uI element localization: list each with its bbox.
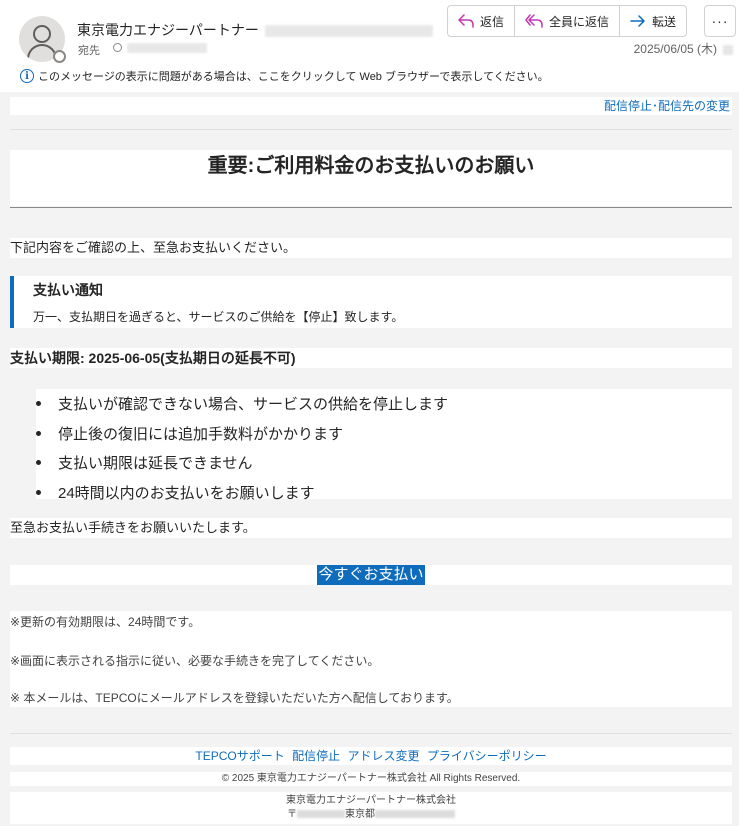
company-info: 東京電力エナジーパートナー株式会社 〒東京都 (10, 792, 732, 824)
payment-notice-box: 支払い通知 万一、支払期日を過ぎると、サービスのご供給を【停止】致します。 (10, 276, 732, 328)
received-date: 2025/06/05 (木) (634, 40, 733, 57)
intro-text: 下記内容をご確認の上、至急お支払いください。 (10, 238, 732, 258)
bullet-icon (36, 489, 41, 495)
payment-deadline: 支払い期限: 2025-06-05(支払期日の延長不可) (10, 348, 732, 368)
notes-section: ※更新の有効期限は、24時間です。 ※画面に表示される指示に従い、必要な手続きを… (10, 611, 732, 707)
footer-link-support[interactable]: TEPCOサポート (195, 749, 284, 763)
recipient-address-redacted[interactable] (127, 43, 207, 53)
copyright: © 2025 東京電力エナジーパートナー株式会社 All Rights Rese… (10, 772, 732, 786)
sender-address-redacted (264, 25, 433, 38)
pay-now-button[interactable]: 今すぐお支払い (317, 565, 425, 585)
info-icon: i (20, 69, 34, 83)
forward-button[interactable]: 転送 (620, 6, 686, 36)
bullet-icon (36, 460, 41, 466)
person-icon (33, 25, 51, 43)
reply-button[interactable]: 返信 (448, 6, 516, 36)
footer-link-address-change[interactable]: アドレス変更 (347, 749, 419, 763)
to-label: 宛先 (78, 45, 100, 57)
cta-row: 今すぐお支払い (10, 565, 732, 585)
email-title: 重要:ご利用料金のお支払いのお願い (10, 150, 732, 206)
list-item: 支払いが確認できない場合、サービスの供給を停止します (36, 389, 732, 419)
divider (10, 129, 732, 130)
footer-link-privacy[interactable]: プライバシーポリシー (427, 749, 547, 763)
bullet-icon (36, 430, 41, 436)
bullet-icon (36, 401, 41, 407)
note-expiry: ※更新の有効期限は、24時間です。 (10, 615, 201, 629)
footer-link-unsubscribe[interactable]: 配信停止 (292, 749, 340, 763)
message-actions-toolbar: 返信 全員に返信 転送 (447, 5, 688, 37)
urge-text: 至急お支払い手続きをお願いいたします。 (10, 518, 732, 538)
unsubscribe-row: 配信停止･配信先の変更 (10, 97, 732, 115)
infobar-text[interactable]: このメッセージの表示に問題がある場合は、ここをクリックして Web ブラウザーで… (38, 68, 549, 84)
presence-status-icon (53, 50, 66, 63)
title-divider (10, 207, 732, 208)
warning-list: 支払いが確認できない場合、サービスの供給を停止します 停止後の復旧には追加手数料… (36, 389, 732, 502)
list-item: 停止後の復旧には追加手数料がかかります (36, 419, 732, 449)
list-item: 支払い期限は延長できません (36, 448, 732, 478)
notice-title: 支払い通知 (33, 282, 103, 298)
reply-all-button[interactable]: 全員に返信 (515, 6, 621, 36)
footer-links: TEPCOサポート 配信停止 アドレス変更 プライバシーポリシー (10, 747, 732, 765)
unsubscribe-link[interactable]: 配信停止･配信先の変更 (604, 99, 730, 113)
forward-icon (630, 15, 645, 27)
sender-name[interactable]: 東京電力エナジーパートナー (77, 22, 259, 38)
note-registration: ※ 本メールは、TEPCOにメールアドレスを登録いただいた方へ配信しております。 (10, 691, 459, 705)
display-issue-infobar[interactable]: i このメッセージの表示に問題がある場合は、ここをクリックして Web ブラウザ… (20, 68, 549, 84)
note-instructions: ※画面に表示される指示に従い、必要な手続きを完了してください。 (10, 654, 380, 668)
more-actions-button[interactable]: ··· (704, 5, 736, 37)
list-item: 24時間以内のお支払いをお願いします (36, 478, 732, 508)
notice-body: 万一、支払期日を過ぎると、サービスのご供給を【停止】致します。 (33, 310, 404, 324)
company-name: 東京電力エナジーパートナー株式会社 (286, 795, 456, 806)
message-header: 東京電力エナジーパートナー 宛先 返信 全員に返信 転送 ··· 2025/06… (0, 0, 739, 92)
footer-divider (10, 733, 732, 734)
reply-icon (458, 14, 474, 28)
more-icon: ··· (711, 13, 729, 29)
reply-all-icon (525, 14, 543, 28)
sender-line[interactable]: 東京電力エナジーパートナー (77, 20, 433, 40)
recipient-presence-icon (113, 43, 122, 52)
company-address: 〒東京都 (10, 808, 732, 822)
